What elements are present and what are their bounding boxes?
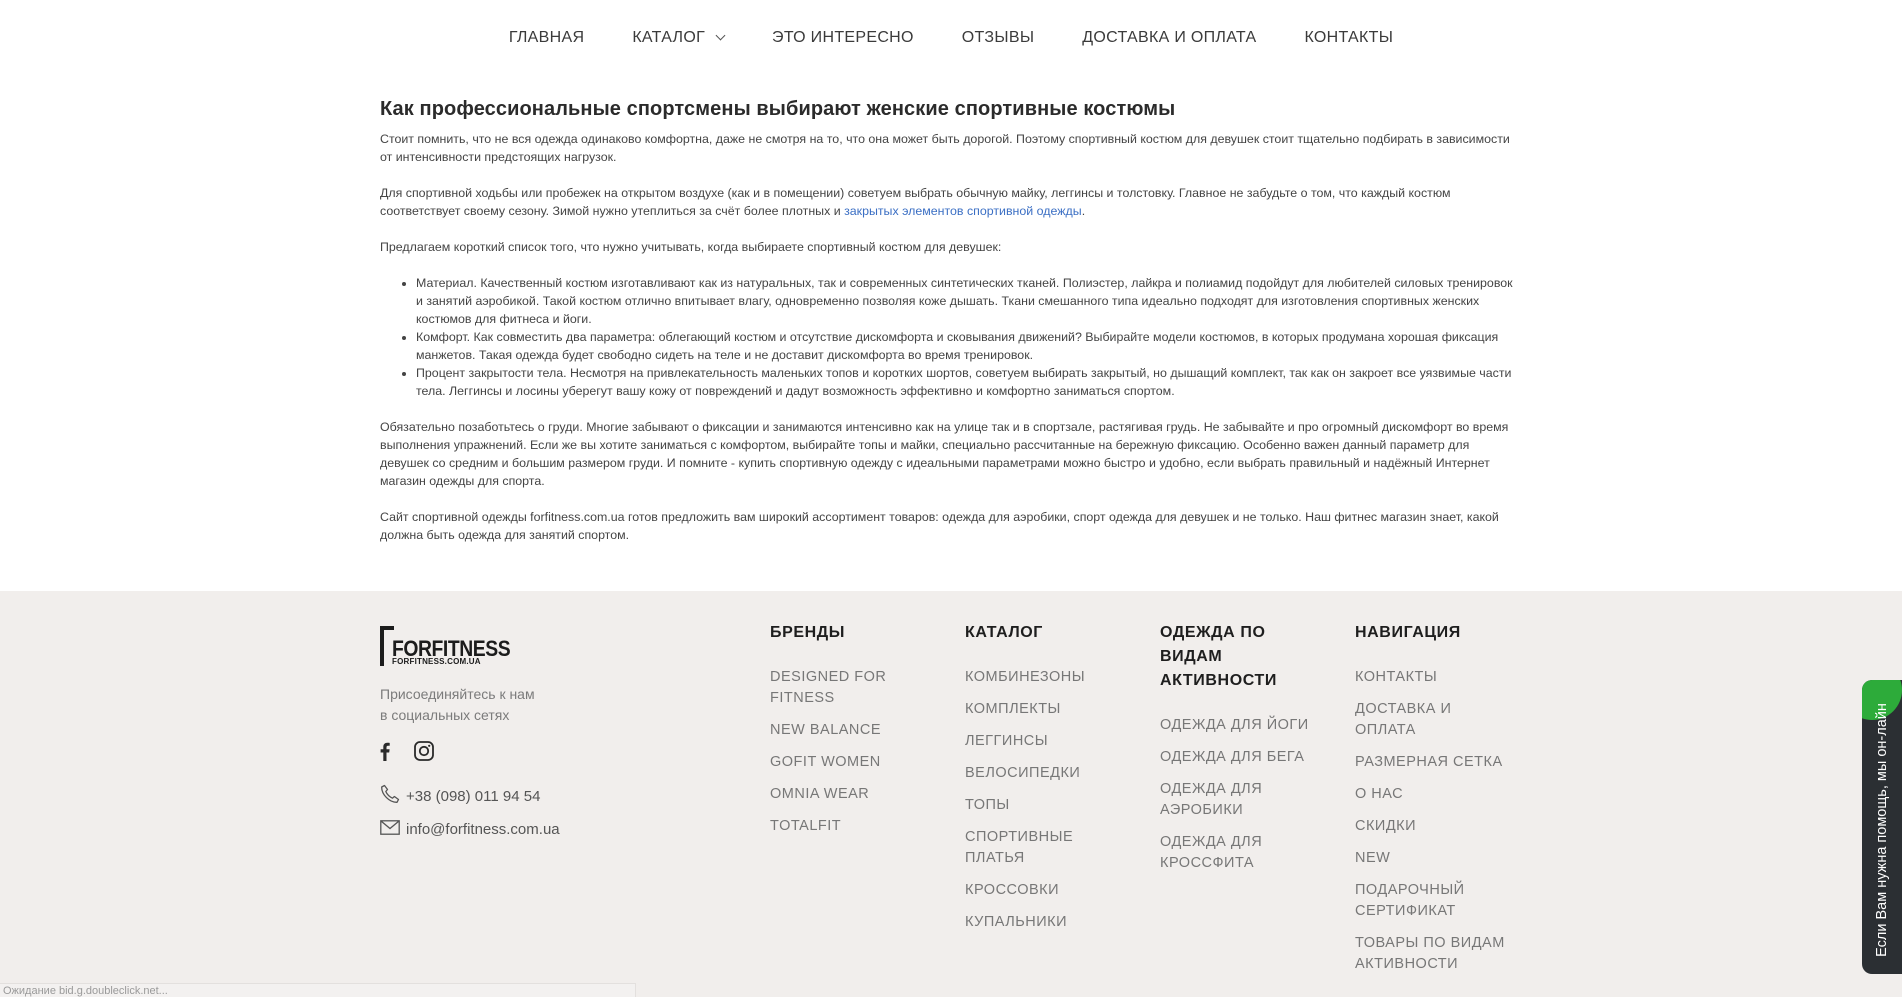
article-heading: Как профессиональные спортсмены выбирают… [380, 98, 1176, 120]
navigation-list: КОНТАКТЫ ДОСТАВКА И ОПЛАТА РАЗМЕРНАЯ СЕТ… [1355, 667, 1515, 975]
catalog-link[interactable]: КРОССОВКИ [965, 880, 1105, 901]
nav-item-reviews[interactable]: ОТЗЫВЫ [938, 29, 1059, 47]
instagram-icon[interactable] [414, 741, 434, 766]
mail-icon [380, 820, 400, 839]
navigation-link[interactable]: О НАС [1355, 784, 1515, 805]
activity-title: ОДЕЖДА ПО ВИДАМ АКТИВНОСТИ [1160, 624, 1277, 689]
join-line: Присоединяйтесь к нам [380, 686, 535, 702]
nav-item-interesting[interactable]: ЭТО ИНТЕРЕСНО [748, 29, 938, 47]
navigation-link[interactable]: ДОСТАВКА И ОПЛАТА [1355, 699, 1515, 741]
paragraph-end: . [1081, 204, 1086, 218]
catalog-link[interactable]: СПОРТИВНЫЕ ПЛАТЬЯ [965, 827, 1105, 869]
nav-item-label: ДОСТАВКА И ОПЛАТА [1082, 29, 1257, 46]
phone-icon [380, 784, 400, 808]
activity-link[interactable]: ОДЕЖДА ДЛЯ АЭРОБИКИ [1160, 779, 1320, 821]
nav-item-home[interactable]: ГЛАВНАЯ [485, 29, 609, 47]
brands-column: БРЕНДЫ DESIGNED FOR FITNESS NEW BALANCE … [770, 621, 910, 848]
brands-list: DESIGNED FOR FITNESS NEW BALANCE GOFIT W… [770, 667, 910, 837]
catalog-link[interactable]: КОМБИНЕЗОНЫ [965, 667, 1105, 688]
nav-item-catalog[interactable]: КАТАЛОГ [608, 29, 748, 47]
catalog-link[interactable]: ЛЕГГИНСЫ [965, 731, 1105, 752]
navigation-link[interactable]: ПОДАРОЧНЫЙ СЕРТИФИКАТ [1355, 880, 1515, 922]
navigation-title: НАВИГАЦИЯ [1355, 624, 1461, 641]
nav-item-label: КАТАЛОГ [632, 29, 706, 46]
catalog-column: КАТАЛОГ КОМБИНЕЗОНЫ КОМПЛЕКТЫ ЛЕГГИНСЫ В… [965, 621, 1105, 944]
chat-label: Если Вам нужна помощь, мы он-лайн [1874, 703, 1890, 957]
activity-list: ОДЕЖДА ДЛЯ ЙОГИ ОДЕЖДА ДЛЯ БЕГА ОДЕЖДА Д… [1160, 715, 1320, 874]
nav-item-label: ЭТО ИНТЕРЕСНО [772, 29, 914, 46]
email-contact[interactable]: info@forfitness.com.ua [380, 820, 560, 839]
nav-item-label: КОНТАКТЫ [1304, 29, 1394, 46]
navigation-link[interactable]: ТОВАРЫ ПО ВИДАМ АКТИВНОСТИ [1355, 933, 1515, 975]
article-paragraph: Предлагаем короткий список того, что нуж… [380, 240, 1002, 254]
article-section: Как профессиональные спортсмены выбирают… [380, 76, 1520, 544]
catalog-link[interactable]: КОМПЛЕКТЫ [965, 699, 1105, 720]
phone-number: +38 (098) 011 94 54 [406, 787, 541, 805]
brands-title: БРЕНДЫ [770, 624, 846, 641]
article-paragraph: Для спортивной ходьбы или пробежек на от… [380, 184, 1520, 220]
brand-link[interactable]: GOFIT WOMEN [770, 752, 910, 773]
article-paragraph: Сайт спортивной одежды forfitness.com.ua… [380, 510, 1499, 542]
join-line: в социальных сетях [380, 707, 510, 723]
catalog-title: КАТАЛОГ [965, 624, 1043, 641]
online-chat-tab[interactable]: Если Вам нужна помощь, мы он-лайн [1862, 680, 1902, 974]
brand-link[interactable]: NEW BALANCE [770, 720, 910, 741]
social-join-text: Присоединяйтесь к нам в социальных сетях [380, 684, 535, 726]
browser-status-bar: Ожидание bid.g.doubleclick.net... [0, 983, 636, 997]
brand-link[interactable]: DESIGNED FOR FITNESS [770, 667, 910, 709]
brand-link[interactable]: OMNIA WEAR [770, 784, 910, 805]
chevron-down-icon [715, 30, 726, 41]
logo-sub-text: FORFITNESS.COM.UA [392, 657, 481, 666]
nav-item-contacts[interactable]: КОНТАКТЫ [1280, 29, 1417, 47]
activity-link[interactable]: ОДЕЖДА ДЛЯ КРОССФИТА [1160, 832, 1320, 874]
catalog-link[interactable]: ТОПЫ [965, 795, 1105, 816]
catalog-link[interactable]: КУПАЛЬНИКИ [965, 912, 1105, 933]
catalog-list: КОМБИНЕЗОНЫ КОМПЛЕКТЫ ЛЕГГИНСЫ ВЕЛОСИПЕД… [965, 667, 1105, 933]
nav-item-delivery[interactable]: ДОСТАВКА И ОПЛАТА [1058, 29, 1280, 47]
navigation-link[interactable]: СКИДКИ [1355, 816, 1515, 837]
nav-item-label: ГЛАВНАЯ [508, 29, 585, 46]
navigation-link[interactable]: КОНТАКТЫ [1355, 667, 1515, 688]
email-address: info@forfitness.com.ua [406, 821, 560, 838]
phone-contact[interactable]: +38 (098) 011 94 54 [380, 784, 540, 808]
activity-link[interactable]: ОДЕЖДА ДЛЯ ЙОГИ [1160, 715, 1320, 736]
list-item: Процент закрытости тела. Несмотря на при… [416, 364, 1520, 400]
navigation-link[interactable]: NEW [1355, 848, 1515, 869]
social-links [380, 741, 434, 766]
activity-column: ОДЕЖДА ПО ВИДАМ АКТИВНОСТИ ОДЕЖДА ДЛЯ ЙО… [1160, 621, 1320, 885]
article-paragraph: Стоит помнить, что не вся одежда одинако… [380, 132, 1510, 164]
top-navigation: ГЛАВНАЯ КАТАЛОГ ЭТО ИНТЕРЕСНО ОТЗЫВЫ ДОС… [0, 0, 1902, 76]
activity-link[interactable]: ОДЕЖДА ДЛЯ БЕГА [1160, 747, 1320, 768]
list-item: Комфорт. Как совместить два параметра: о… [416, 328, 1520, 364]
brand-link[interactable]: TOTALFIT [770, 816, 910, 837]
footer: FORFITNESS FORFITNESS.COM.UA Присоединяй… [0, 591, 1902, 997]
navigation-column: НАВИГАЦИЯ КОНТАКТЫ ДОСТАВКА И ОПЛАТА РАЗ… [1355, 621, 1515, 986]
list-item: Материал. Качественный костюм изготавлив… [416, 274, 1520, 328]
sportswear-link[interactable]: закрытых элементов спортивной одежды [844, 204, 1082, 218]
navigation-link[interactable]: РАЗМЕРНАЯ СЕТКА [1355, 752, 1515, 773]
tips-list: Материал. Качественный костюм изготавлив… [416, 274, 1520, 400]
forfitness-logo[interactable]: FORFITNESS FORFITNESS.COM.UA [380, 626, 511, 666]
facebook-icon[interactable] [380, 742, 390, 766]
catalog-link[interactable]: ВЕЛОСИПЕДКИ [965, 763, 1105, 784]
article-paragraph: Обязательно позаботьтесь о груди. Многие… [380, 420, 1509, 488]
nav-item-label: ОТЗЫВЫ [961, 29, 1035, 46]
